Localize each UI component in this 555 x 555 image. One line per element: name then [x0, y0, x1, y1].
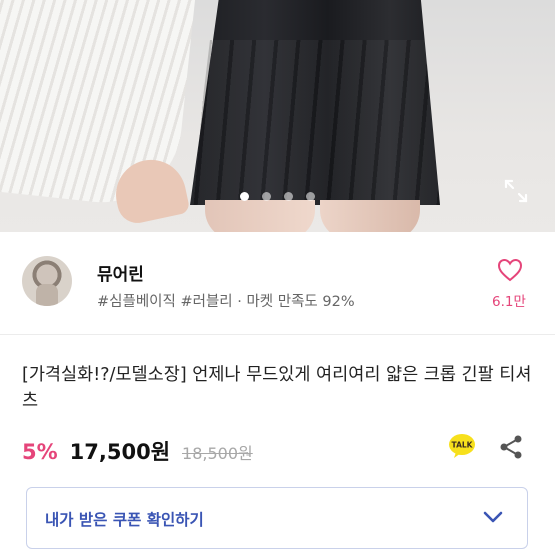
original-price: 18,500원	[182, 444, 253, 463]
kakao-talk-icon[interactable]: TALK	[448, 433, 476, 459]
shop-tags: #심플베이직 #러블리 · 마켓 만족도 92%	[97, 294, 355, 310]
shop-info: 뮤어린 #심플베이직 #러블리 · 마켓 만족도 92% 6.1만	[0, 232, 555, 334]
likes-count: 6.1만	[492, 294, 526, 310]
heart-outline-icon[interactable]	[497, 258, 523, 282]
divider	[0, 334, 555, 335]
shop-name[interactable]: 뮤어린	[97, 260, 144, 285]
gallery-pagination	[0, 192, 555, 201]
skirt-pleats	[190, 40, 440, 205]
product-title: [가격실화!?/모델소장] 언제나 무드있게 여리여리 얇은 크롭 긴팔 티셔츠	[22, 365, 532, 411]
price-row: 5% 17,500원 18,500원	[22, 436, 253, 464]
talk-label: TALK	[452, 441, 474, 450]
pagination-dot-4[interactable]	[306, 192, 315, 201]
share-icon[interactable]	[498, 434, 524, 460]
pagination-dot-2[interactable]	[262, 192, 271, 201]
sale-price: 17,500원	[69, 440, 171, 464]
leg-right	[320, 200, 420, 232]
discount-rate: 5%	[22, 440, 58, 464]
coupon-check-button[interactable]: 내가 받은 쿠폰 확인하기	[26, 487, 528, 549]
leg-left	[205, 200, 315, 232]
expand-icon[interactable]	[503, 178, 529, 204]
chevron-down-icon	[483, 511, 503, 523]
coupon-label: 내가 받은 쿠폰 확인하기	[45, 511, 204, 529]
shop-avatar[interactable]	[22, 256, 72, 306]
pagination-dot-3[interactable]	[284, 192, 293, 201]
pagination-dot-1[interactable]	[240, 192, 249, 201]
